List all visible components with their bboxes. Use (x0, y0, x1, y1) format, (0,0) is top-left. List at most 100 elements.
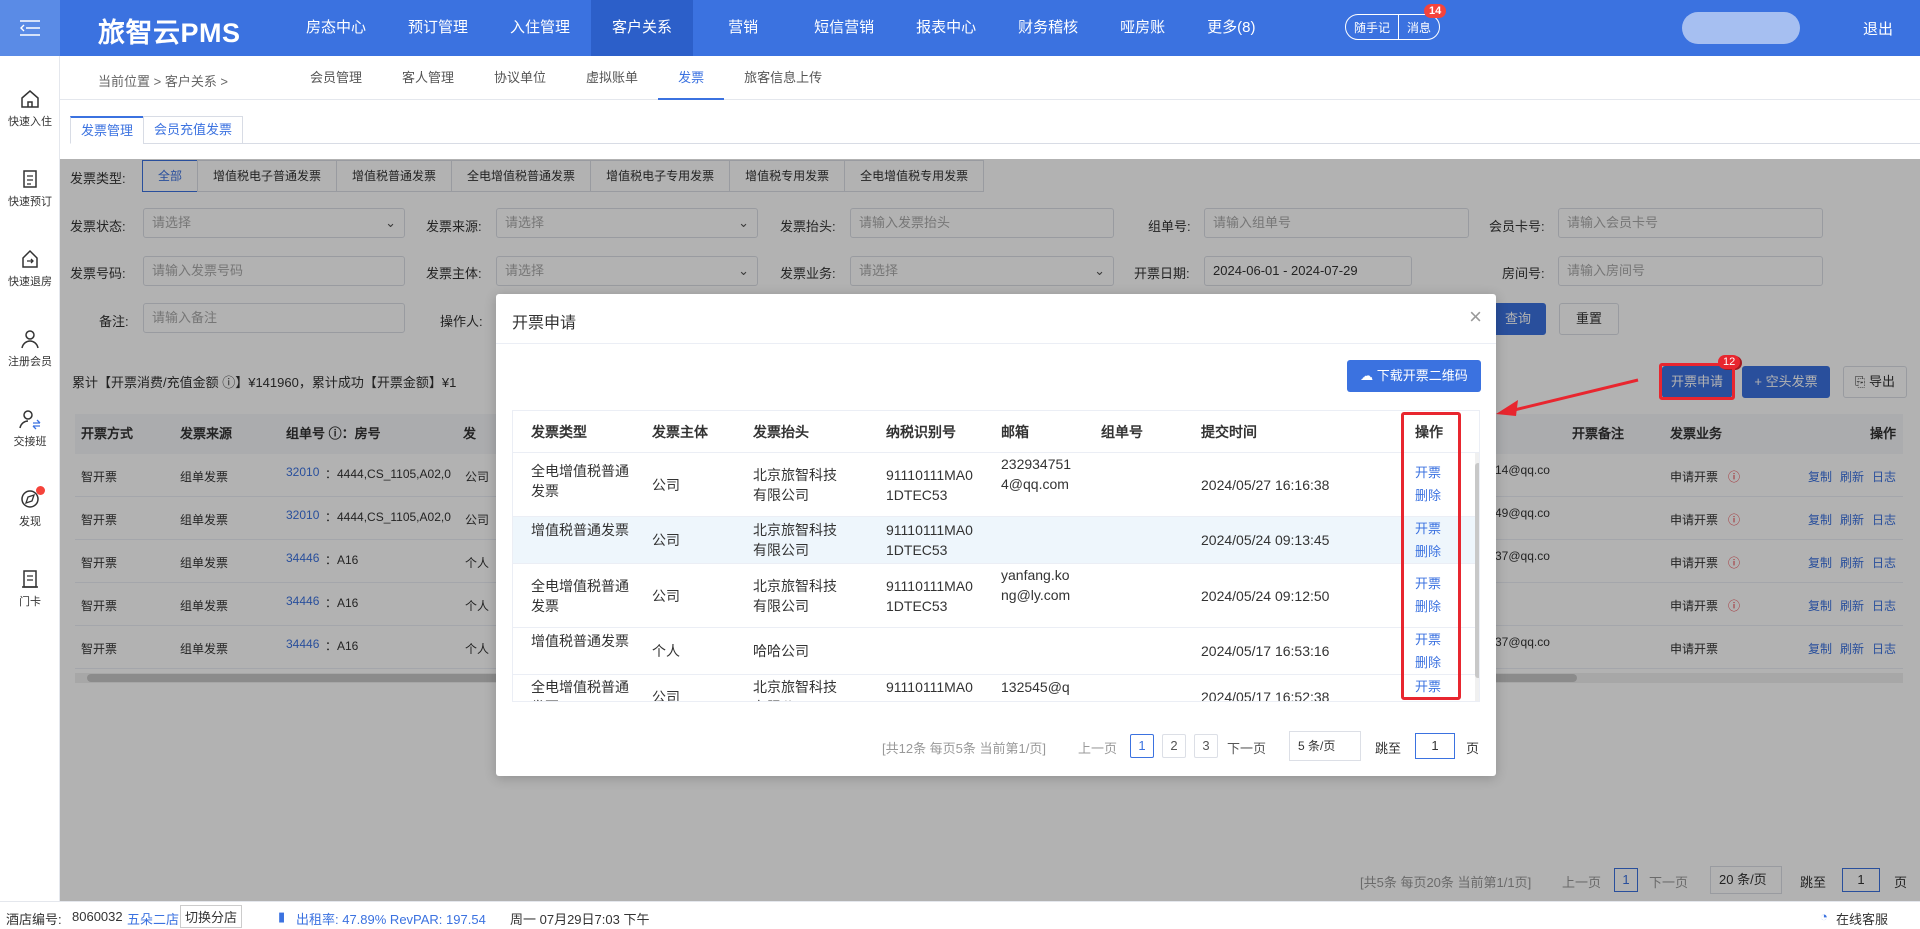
annotation-arrow-icon (1496, 378, 1639, 416)
cell-type: 全电增值税普通发票 (531, 463, 629, 499)
pager-info: [共12条 每页5条 当前第1/页] (882, 741, 1046, 756)
notification-dot (36, 486, 45, 495)
column-header: 组单号 (1101, 424, 1143, 440)
cell-tax: 91110111MA01DTEC53 (886, 578, 973, 614)
cell-time: 2024/05/24 09:13:45 (1201, 532, 1330, 548)
cell-title: 哈哈公司 (753, 643, 809, 659)
column-header: 发票主体 (652, 424, 708, 440)
nav-item[interactable]: 财务稽核 (997, 0, 1099, 56)
tab-member[interactable]: 会员管理 (290, 56, 382, 100)
download-qrcode-button[interactable]: ☁ 下载开票二维码 (1347, 360, 1481, 392)
cell-type: 增值税普通发票 (531, 522, 629, 538)
close-icon[interactable]: × (1469, 306, 1482, 328)
notes-button[interactable]: 随手记 (1346, 19, 1398, 36)
sidebar-item-room-card[interactable]: 门卡 (0, 568, 60, 609)
left-sidebar: 快速入住 快速预订 快速退房 注册会员 交接班 发现 门卡 (0, 56, 60, 901)
card-icon (22, 570, 38, 588)
nav-item[interactable]: 报表中心 (895, 0, 997, 56)
vertical-scrollbar[interactable] (1475, 453, 1479, 701)
cell-subject: 公司 (652, 477, 680, 493)
status-bar: 酒店编号: 8060032 五朵二店 切换分店 ▮ 出租率: 47.89% Re… (0, 901, 1920, 929)
cell-time: 2024/05/27 16:16:38 (1201, 477, 1330, 493)
scrollbar-thumb[interactable] (1475, 463, 1479, 678)
user-icon (21, 330, 39, 349)
tab-guest[interactable]: 客人管理 (382, 56, 474, 100)
chart-bars-icon: ▮ (278, 909, 286, 924)
sidebar-label: 快速退房 (8, 276, 52, 288)
tab-agreement[interactable]: 协议单位 (474, 56, 566, 100)
cell-email: 2329347514@qq.com (1001, 456, 1072, 492)
tab-virtual-bill[interactable]: 虚拟账单 (566, 56, 658, 100)
messages-button[interactable]: 消息 (1399, 19, 1439, 36)
user-switch-icon (19, 410, 41, 430)
online-service-link[interactable]: 在线客服 (1836, 909, 1888, 928)
section-tabs: 会员管理 客人管理 协议单位 虚拟账单 发票 旅客信息上传 (290, 56, 842, 100)
nav-item[interactable]: 短信营销 (793, 0, 895, 56)
cloud-download-icon: ☁ (1360, 368, 1377, 383)
pager-page[interactable]: 2 (1162, 734, 1186, 758)
sidebar-label: 交接班 (13, 436, 47, 448)
table-row: 增值税普通发票 个人 哈哈公司 2024/05/17 16:53:16 开票 删… (513, 628, 1479, 675)
table-row: 全电增值税普通发票 公司 北京旅智科技有限公司 91110111MA01DTEC… (513, 453, 1479, 517)
nav-item-active[interactable]: 客户关系 (591, 0, 694, 56)
checkout-icon (22, 249, 38, 268)
tab-guest-upload[interactable]: 旅客信息上传 (724, 56, 842, 100)
nav-item-more[interactable]: 更多(8) (1186, 0, 1276, 56)
cell-time: 2024/05/17 16:52:38 (1201, 689, 1330, 702)
pager-jump-input[interactable]: 1 (1415, 733, 1455, 759)
modal-header: 开票申请 × (496, 294, 1496, 344)
sidebar-item-shift-handover[interactable]: 交接班 (0, 408, 60, 449)
nav-item[interactable]: 营销 (693, 0, 793, 56)
nav-item[interactable]: 预订管理 (387, 0, 489, 56)
cell-subject: 公司 (652, 689, 680, 702)
top-nav: 旅智云PMS 房态中心 预订管理 入住管理 客户关系 营销 短信营销 报表中心 … (0, 0, 1920, 56)
invoice-apply-table: 发票类型 发票主体 发票抬头 纳税识别号 邮箱 组单号 提交时间 操作 全电增值… (512, 410, 1480, 702)
pager-jump-label: 跳至 (1375, 741, 1402, 756)
store-name[interactable]: 五朵二店 (127, 909, 179, 928)
nav-item[interactable]: 房态中心 (285, 0, 387, 56)
pager-page[interactable]: 3 (1194, 734, 1218, 758)
breadcrumb: 当前位置 > 客户关系 > (98, 74, 229, 89)
switch-store-button[interactable]: 切换分店 (180, 905, 243, 928)
sidebar-item-quick-booking[interactable]: 快速预订 (0, 168, 60, 209)
table-row: 全电增值税普通发票 公司 北京旅智科技有限公司 91110111MA01DTEC… (513, 564, 1479, 628)
sidebar-label: 快速预订 (8, 196, 52, 208)
pager-unit: 页 (1466, 741, 1480, 756)
main-nav: 房态中心 预订管理 入住管理 客户关系 营销 短信营销 报表中心 财务稽核 哑房… (285, 0, 1276, 56)
occupancy-stats: 出租率: 47.89% RevPAR: 197.54 (296, 912, 486, 927)
modal-title: 开票申请 (512, 315, 577, 332)
column-header: 发票抬头 (753, 424, 809, 440)
breadcrumb-bar: 当前位置 > 客户关系 > 会员管理 客人管理 协议单位 虚拟账单 发票 旅客信… (60, 56, 1920, 100)
cell-type: 全电增值税普通发票 (531, 679, 629, 701)
sidebar-item-discover[interactable]: 发现 (0, 486, 60, 529)
cell-type: 增值税普通发票 (531, 633, 629, 649)
download-label: 下载开票二维码 (1376, 368, 1468, 383)
cell-title: 北京旅智科技有限公司 (753, 679, 837, 701)
pager-prev[interactable]: 上一页 (1078, 738, 1117, 757)
messages-badge: 14 (1424, 4, 1447, 18)
subtab-member-recharge-invoice[interactable]: 会员充值发票 (143, 116, 244, 144)
pager-page[interactable]: 1 (1130, 734, 1154, 758)
nav-item[interactable]: 入住管理 (489, 0, 591, 56)
cell-email: yanfang.kong@ly.com (1001, 567, 1071, 603)
nav-item[interactable]: 哑房账 (1099, 0, 1186, 56)
pager-next[interactable]: 下一页 (1227, 738, 1266, 757)
cell-email: 132545@qq.com (1001, 679, 1070, 701)
cell-subject: 个人 (652, 643, 680, 659)
cell-title: 北京旅智科技有限公司 (753, 578, 837, 614)
tab-invoice[interactable]: 发票 (658, 56, 725, 100)
cell-title: 北京旅智科技有限公司 (753, 522, 837, 558)
app-logo: 旅智云PMS (98, 18, 241, 48)
headset-icon: ◔ (1820, 909, 1828, 924)
subtab-invoice-management[interactable]: 发票管理 (70, 116, 145, 144)
user-avatar-blurred[interactable] (1682, 12, 1800, 44)
column-header: 纳税识别号 (886, 424, 956, 440)
sidebar-item-quick-checkout[interactable]: 快速退房 (0, 248, 60, 289)
modal-pager: [共12条 每页5条 当前第1/页] 上一页 1 2 3 下一页 5 条/页 跳… (496, 731, 1496, 764)
column-header: 发票类型 (531, 424, 587, 440)
logout-link[interactable]: 退出 (1863, 18, 1893, 39)
pager-size-select[interactable]: 5 条/页 (1289, 731, 1361, 761)
sidebar-item-quick-checkin[interactable]: 快速入住 (0, 88, 60, 129)
sidebar-item-register-member[interactable]: 注册会员 (0, 328, 60, 369)
menu-toggle-button[interactable] (0, 0, 60, 56)
